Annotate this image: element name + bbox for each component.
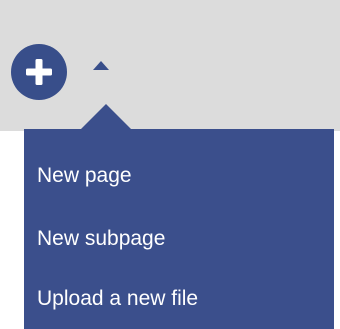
caret-up-icon[interactable] [93,61,109,70]
menu-item-new-page[interactable]: New page [24,148,334,204]
add-menu-dropdown: New page New subpage Upload a new file [24,129,334,329]
menu-pointer [80,104,132,130]
menu-item-upload-file[interactable]: Upload a new file [24,271,334,327]
plus-icon [26,59,52,85]
menu-item-new-subpage[interactable]: New subpage [24,211,334,267]
add-button[interactable] [11,44,67,100]
toolbar [0,0,340,131]
